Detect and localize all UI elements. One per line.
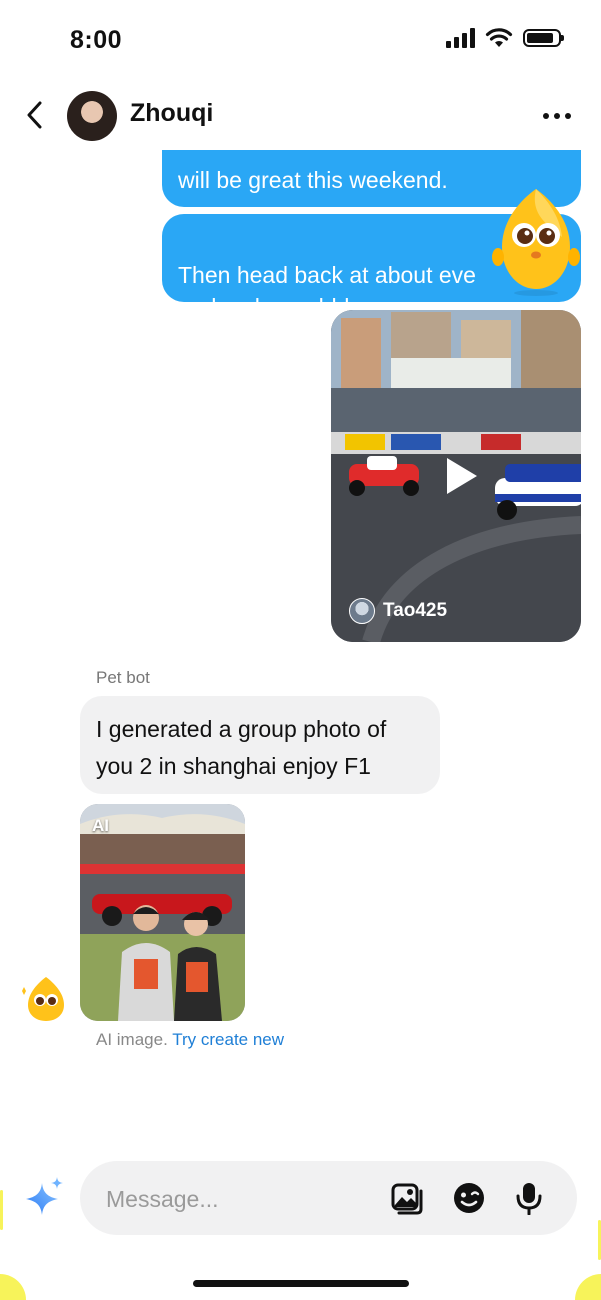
frame-corner xyxy=(0,1274,26,1300)
battery-icon xyxy=(523,29,564,47)
video-author: Tao425 xyxy=(349,598,447,624)
message-text: will be great this weekend. xyxy=(178,167,448,193)
status-icons xyxy=(446,27,564,49)
pet-mascot-icon xyxy=(492,189,580,296)
chat-header: Zhouqi xyxy=(0,85,601,145)
ai-photo xyxy=(80,804,245,1021)
microphone-icon[interactable] xyxy=(512,1181,546,1215)
back-button[interactable] xyxy=(18,95,52,135)
image-gallery-icon[interactable] xyxy=(391,1181,425,1215)
message-input[interactable] xyxy=(104,1179,378,1219)
ai-badge: AI xyxy=(92,816,109,836)
ai-badge-text: AI xyxy=(92,816,109,835)
contact-avatar[interactable] xyxy=(67,91,117,141)
more-options-button[interactable] xyxy=(535,101,579,131)
sparkle-icon[interactable] xyxy=(24,1175,66,1217)
chevron-left-icon xyxy=(27,101,42,129)
message-composer xyxy=(80,1161,577,1235)
pet-bot-avatar-icon[interactable] xyxy=(18,973,70,1023)
contact-name[interactable]: Zhouqi xyxy=(130,99,213,128)
play-icon[interactable] xyxy=(435,452,483,500)
video-author-avatar xyxy=(349,598,375,624)
ai-generated-image[interactable]: AI xyxy=(80,804,245,1021)
status-time: 8:00 xyxy=(70,26,123,54)
video-author-name: Tao425 xyxy=(383,600,448,621)
ai-image-caption: AI image. Try create new xyxy=(96,1030,284,1050)
incoming-message-bubble[interactable]: I generated a group photo of you 2 in sh… xyxy=(80,696,440,794)
frame-corner xyxy=(575,1274,601,1300)
home-indicator[interactable] xyxy=(193,1280,409,1287)
ai-caption-text: AI image. xyxy=(96,1030,168,1049)
frame-edge-mark xyxy=(0,1190,3,1230)
cellular-signal-icon xyxy=(446,28,475,48)
shared-video-card[interactable]: Tao425 xyxy=(331,310,581,642)
message-text: Then head back at about eve and go home … xyxy=(178,262,476,302)
try-create-new-link[interactable]: Try create new xyxy=(172,1030,284,1049)
wifi-icon xyxy=(485,28,513,47)
bot-sender-label: Pet bot xyxy=(96,668,150,687)
more-horizontal-icon xyxy=(543,113,549,119)
sticker-icon[interactable] xyxy=(452,1181,486,1215)
message-text: I generated a group photo of you 2 in sh… xyxy=(96,716,387,779)
